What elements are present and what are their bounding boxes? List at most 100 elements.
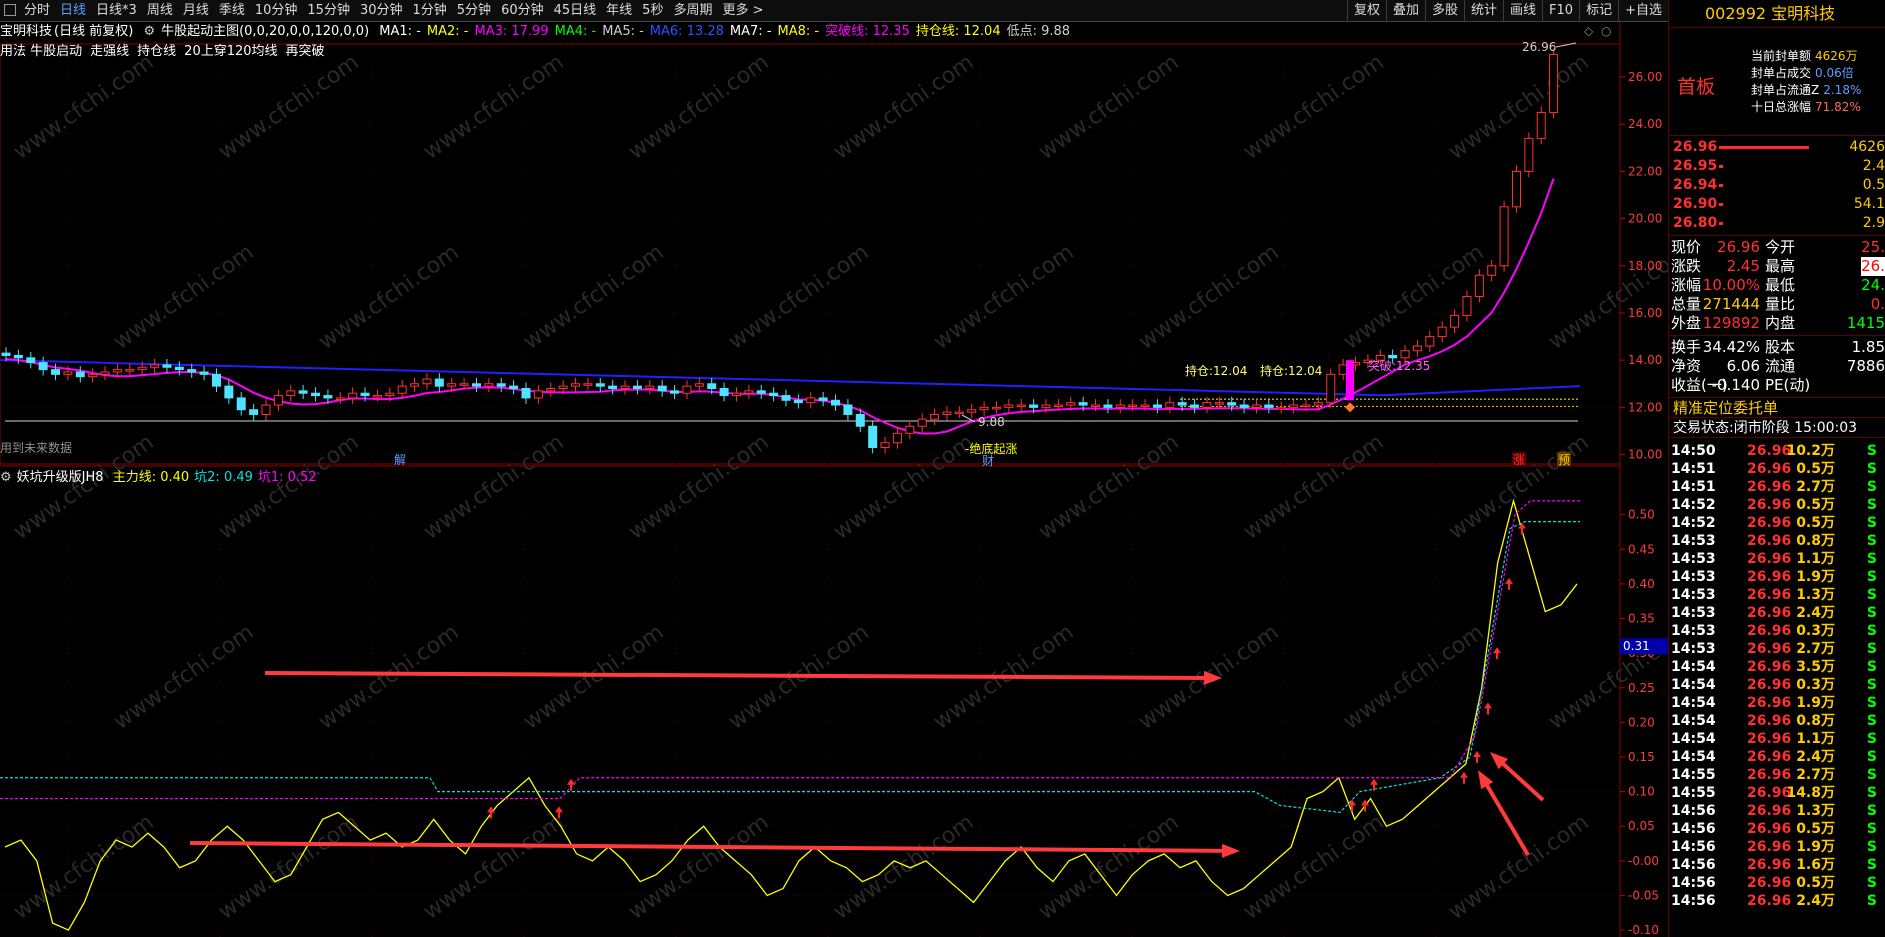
finance-label2: 流通 xyxy=(1765,357,1796,375)
candle-body xyxy=(1400,350,1410,359)
tick-price: 26.96 xyxy=(1747,659,1792,675)
toolbar-btn-5[interactable]: F10 xyxy=(1542,0,1579,21)
toolbar-btn-1[interactable]: 叠加 xyxy=(1385,0,1425,21)
candle-body xyxy=(360,392,370,397)
tab-7[interactable]: 15分钟 xyxy=(302,0,355,21)
tick-volume: 10.2万 xyxy=(1786,443,1835,459)
tab-2[interactable]: 日线*3 xyxy=(91,0,142,21)
tab-5[interactable]: 季线 xyxy=(214,0,250,21)
tab-0[interactable]: 分时 xyxy=(19,0,55,21)
orderbook-row[interactable]: 26.94 0.5 xyxy=(1669,176,1885,195)
quote-value: 26.96 xyxy=(1717,238,1760,256)
order-title[interactable]: 精准定位委托单 xyxy=(1669,398,1885,418)
tick-side: S xyxy=(1866,443,1877,459)
tick-price: 26.96 xyxy=(1747,587,1792,603)
tick-price: 26.96 xyxy=(1747,569,1792,585)
candle-body xyxy=(571,383,581,387)
orderbook-row[interactable]: 26.96 4626 xyxy=(1669,138,1885,157)
candle-body xyxy=(1190,404,1200,408)
tick-side: S xyxy=(1866,875,1877,891)
tick-price: 26.96 xyxy=(1747,839,1792,855)
seal-row: 封单占成交 0.06倍 xyxy=(1751,65,1861,82)
tick-side: S xyxy=(1866,551,1877,567)
tab-12[interactable]: 45日线 xyxy=(549,0,602,21)
candle-body xyxy=(1499,206,1509,267)
tick-price: 26.96 xyxy=(1747,551,1792,567)
candle-body xyxy=(1313,402,1323,406)
tick-price: 26.96 xyxy=(1747,767,1792,783)
y-tick-label: 22.00 xyxy=(1628,164,1662,178)
candle-body xyxy=(558,385,568,389)
toolbar-btn-0[interactable]: 复权 xyxy=(1346,0,1386,21)
toolbar-btn-6[interactable]: 标记 xyxy=(1579,0,1618,21)
tab-11[interactable]: 60分钟 xyxy=(496,0,549,21)
quote-value: 271444 xyxy=(1702,295,1760,313)
tick-row: 14:52 26.96 0.5万 S xyxy=(1669,514,1885,532)
candle-body xyxy=(150,364,160,368)
candle-body xyxy=(1326,373,1336,404)
tab-4[interactable]: 月线 xyxy=(178,0,214,21)
tick-row: 14:50 26.96 10.2万 S xyxy=(1669,442,1885,460)
candle-body xyxy=(459,383,469,386)
candle-body xyxy=(1536,111,1546,139)
main-indicator-name[interactable]: 牛股起动主图(0,0,20,0,0,120,0,0) xyxy=(161,24,369,39)
candle-body xyxy=(1041,404,1051,408)
tab-9[interactable]: 1分钟 xyxy=(408,0,452,21)
quote-label2: 最低 xyxy=(1765,276,1796,294)
tab-16[interactable]: 更多 > xyxy=(717,0,768,21)
tick-row: 14:53 26.96 1.1万 S xyxy=(1669,550,1885,568)
quote-value2: 24. xyxy=(1861,276,1885,294)
stock-code: 002992 xyxy=(1705,4,1767,23)
tick-volume: 1.1万 xyxy=(1796,551,1835,567)
ma-value: - xyxy=(634,24,644,39)
tab-1[interactable]: 日线 xyxy=(55,0,91,21)
tab-3[interactable]: 周线 xyxy=(142,0,178,21)
orderbook-row[interactable]: 26.95 2.4 xyxy=(1669,157,1885,176)
settings-icon[interactable]: ⚙ xyxy=(0,470,12,485)
tick-row: 14:51 26.96 0.5万 S xyxy=(1669,460,1885,478)
candle-body xyxy=(731,392,741,397)
tick-price: 26.96 xyxy=(1747,479,1792,495)
toolbar-btn-3[interactable]: 统计 xyxy=(1464,0,1503,21)
candle-body xyxy=(744,390,754,394)
y-tick-label: 24.00 xyxy=(1628,117,1662,131)
sub-indicator-name[interactable]: 妖坑升级版JH8 xyxy=(17,470,104,485)
candle-body xyxy=(1029,404,1039,408)
toolbar-btn-4[interactable]: 画线 xyxy=(1503,0,1542,21)
tick-side: S xyxy=(1866,659,1877,675)
finance-value: -0.140 xyxy=(1711,376,1760,394)
tab-15[interactable]: 多周期 xyxy=(668,0,717,21)
tab-8[interactable]: 30分钟 xyxy=(355,0,408,21)
tick-row: 14:52 26.96 0.5万 S xyxy=(1669,496,1885,514)
settings-icon[interactable]: ⚙ xyxy=(143,24,155,39)
y-tick-label: 0.50 xyxy=(1628,508,1655,522)
tab-13[interactable]: 年线 xyxy=(601,0,637,21)
tick-list[interactable]: 14:50 26.96 10.2万 S 14:51 26.96 0.5万 S 14:51 26.9… xyxy=(1669,438,1885,910)
ma-item-2: MA3: 17.99 xyxy=(474,24,548,39)
tick-volume: 14.8万 xyxy=(1786,785,1835,801)
tick-volume: 2.7万 xyxy=(1796,641,1835,657)
candle-body xyxy=(410,383,420,387)
orderbook-row[interactable]: 26.80 2.9 xyxy=(1669,214,1885,233)
candle-body xyxy=(769,392,779,397)
tab-10[interactable]: 5分钟 xyxy=(452,0,496,21)
tick-row: 14:51 26.96 2.7万 S xyxy=(1669,478,1885,496)
tick-price: 26.96 xyxy=(1747,893,1792,909)
ma-item-1: MA2: - xyxy=(427,24,469,39)
tab-14[interactable]: 5秒 xyxy=(637,0,668,21)
window-menu-icon[interactable] xyxy=(4,4,16,16)
y-tick-label: 20.00 xyxy=(1628,212,1662,226)
candle-body xyxy=(112,369,122,373)
toolbar-btn-2[interactable]: 多股 xyxy=(1425,0,1464,21)
stock-header[interactable]: 002992 宝明科技 xyxy=(1669,0,1885,28)
candle-body xyxy=(249,409,259,415)
tick-price: 26.96 xyxy=(1747,605,1792,621)
orderbook-row[interactable]: 26.90 54.1 xyxy=(1669,195,1885,214)
candle-body xyxy=(51,369,61,375)
tick-side: S xyxy=(1866,461,1877,477)
candle-body xyxy=(1487,265,1497,276)
quote-value: 129892 xyxy=(1702,314,1760,332)
toolbar-btn-7[interactable]: +自选 xyxy=(1618,0,1668,21)
tab-6[interactable]: 10分钟 xyxy=(250,0,303,21)
tick-volume: 0.5万 xyxy=(1796,497,1835,513)
